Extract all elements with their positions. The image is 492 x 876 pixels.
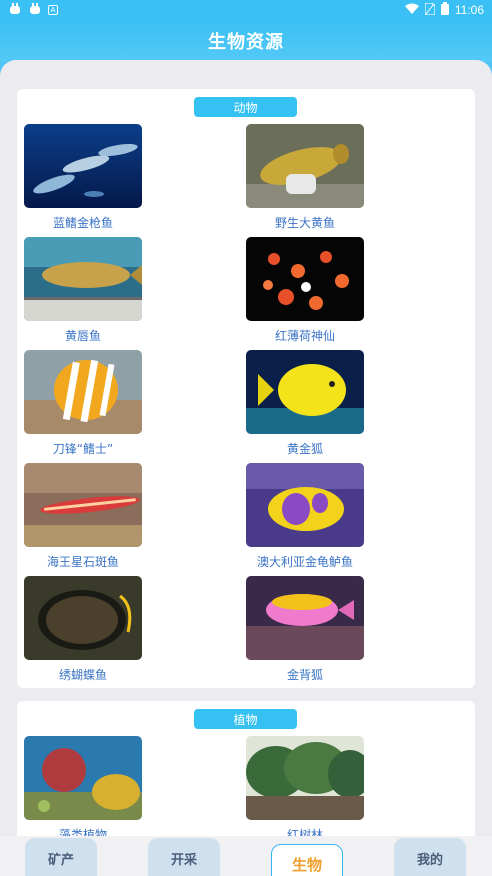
- bluefin-tuna-image: [24, 124, 142, 208]
- battery-icon: [440, 2, 449, 18]
- list-item[interactable]: 红树林: [246, 736, 364, 843]
- australian-fish-image: [246, 463, 364, 547]
- list-item[interactable]: 金背狐: [246, 576, 364, 683]
- animals-section: 动物 蓝鳍金枪鱼 野生大黄鱼 黄唇鱼 红薄荷神仙 刀锋“鳍士” 黄金狐 海王星石…: [17, 89, 475, 688]
- neptune-grouper-image: [24, 463, 142, 547]
- tab-biology[interactable]: 生物: [271, 844, 343, 876]
- status-left: A: [8, 2, 58, 18]
- item-label: 澳大利亚金龟鲈鱼: [256, 555, 353, 569]
- page-title: 生物资源: [208, 32, 284, 53]
- coral-algae-image: [24, 736, 142, 820]
- item-label: 蓝鳍金枪鱼: [52, 216, 113, 230]
- item-label: 海王星石斑鱼: [46, 555, 119, 569]
- item-label: 红薄荷神仙: [274, 329, 335, 343]
- golden-back-fish-image: [246, 576, 364, 660]
- mangrove-image: [246, 736, 364, 820]
- header: 生物资源: [0, 20, 492, 62]
- item-label: 黄金狐: [286, 442, 323, 456]
- item-label: 金背狐: [286, 668, 323, 682]
- list-item[interactable]: 黄唇鱼: [24, 237, 142, 344]
- item-label: 黄唇鱼: [64, 329, 101, 343]
- wifi-icon: [404, 3, 419, 17]
- tab-minerals[interactable]: 矿产: [25, 838, 97, 876]
- butterflyfish-image: [24, 350, 142, 434]
- list-item[interactable]: 蓝鳍金枪鱼: [24, 124, 142, 231]
- list-item[interactable]: 黄金狐: [246, 350, 364, 457]
- yellow-tang-image: [246, 350, 364, 434]
- list-item[interactable]: 海王星石斑鱼: [24, 463, 142, 570]
- yellow-lip-fish-image: [24, 237, 142, 321]
- list-item[interactable]: 澳大利亚金龟鲈鱼: [246, 463, 364, 570]
- list-item[interactable]: 刀锋“鳍士”: [24, 350, 142, 457]
- tab-mining[interactable]: 开采: [148, 838, 220, 876]
- item-label: 野生大黄鱼: [274, 216, 335, 230]
- status-bar: A 11:06: [0, 0, 492, 20]
- list-item[interactable]: 绣蝴蝶鱼: [24, 576, 142, 683]
- embroidered-butterflyfish-image: [24, 576, 142, 660]
- yellow-croaker-image: [246, 124, 364, 208]
- status-time: 11:06: [454, 3, 484, 17]
- item-label: 刀锋“鳍士”: [52, 442, 114, 456]
- tab-mine[interactable]: 我的: [394, 838, 466, 876]
- main-content[interactable]: 动物 蓝鳍金枪鱼 野生大黄鱼 黄唇鱼 红薄荷神仙 刀锋“鳍士” 黄金狐 海王星石…: [0, 60, 492, 876]
- peppermint-angelfish-image: [246, 237, 364, 321]
- list-item[interactable]: 红薄荷神仙: [246, 237, 364, 344]
- section-tag-plants: 植物: [194, 709, 297, 729]
- bug-icon: [8, 2, 22, 18]
- section-tag-animals: 动物: [194, 97, 297, 117]
- sim-icon: [424, 1, 436, 18]
- list-item[interactable]: 野生大黄鱼: [246, 124, 364, 231]
- status-right: 11:06: [404, 1, 484, 18]
- bug-icon: [28, 2, 42, 18]
- a-icon: A: [48, 5, 58, 15]
- list-item[interactable]: 藻类植物: [24, 736, 142, 843]
- item-label: 绣蝴蝶鱼: [58, 668, 107, 682]
- bottom-nav: 矿产 开采 生物 我的: [0, 836, 492, 876]
